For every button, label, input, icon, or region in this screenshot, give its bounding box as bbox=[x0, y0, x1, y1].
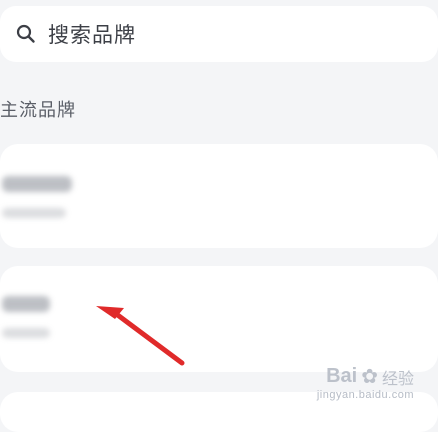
watermark-brand: Bai bbox=[326, 365, 358, 387]
baidu-jingyan-watermark: Bai ✿ 经验 bbox=[326, 364, 414, 389]
search-icon bbox=[14, 22, 38, 46]
brand-subtitle-blurred bbox=[2, 328, 50, 338]
watermark-url: jingyan.baidu.com bbox=[316, 389, 414, 401]
watermark-suffix: 经验 bbox=[381, 370, 414, 388]
search-placeholder: 搜索品牌 bbox=[48, 24, 136, 47]
mainstream-brands-title: 主流品牌 bbox=[0, 100, 76, 120]
search-bar[interactable]: 搜索品牌 bbox=[0, 6, 438, 62]
paw-icon: ✿ bbox=[361, 366, 378, 388]
brand-card-1[interactable] bbox=[0, 144, 438, 248]
brand-card-2[interactable] bbox=[0, 266, 438, 372]
brand-name-blurred bbox=[2, 176, 72, 192]
brand-subtitle-blurred bbox=[2, 208, 66, 218]
brand-name-blurred bbox=[2, 296, 50, 312]
